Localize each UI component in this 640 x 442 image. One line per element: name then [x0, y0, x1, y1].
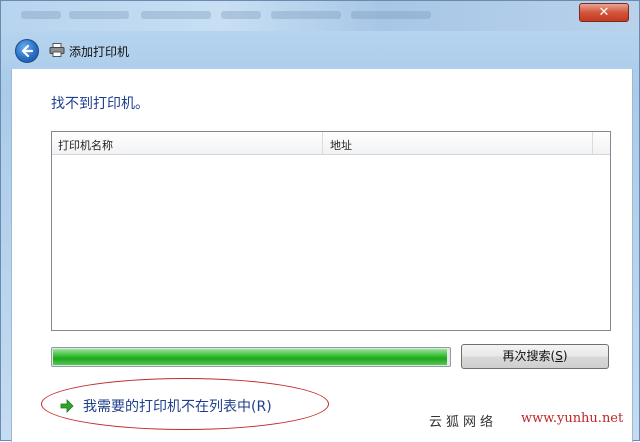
blurred-title-area: [21, 11, 461, 21]
green-arrow-icon: [60, 399, 74, 413]
search-button-accel: S: [555, 349, 563, 363]
column-header-printer-name[interactable]: 打印机名称: [58, 137, 113, 153]
printer-list[interactable]: 打印机名称 地址: [51, 131, 611, 331]
column-divider[interactable]: [592, 132, 593, 154]
page-title: 添加打印机: [69, 45, 130, 59]
close-button[interactable]: ✕: [579, 3, 629, 22]
column-header-address[interactable]: 地址: [330, 137, 352, 153]
add-printer-window: ✕ 添加打印机 找不到打印机。 打印机名称 地址 再次搜索(S) 我需要的打印机…: [0, 0, 640, 442]
printer-not-listed-link-text: 我需要的打印机不在列表中(R): [83, 399, 272, 415]
search-again-button[interactable]: 再次搜索(S): [461, 344, 609, 369]
title-bar[interactable]: ✕: [1, 1, 639, 31]
list-header: 打印机名称 地址: [52, 132, 610, 155]
search-progress-bar: [51, 347, 451, 367]
column-divider[interactable]: [322, 132, 323, 154]
status-heading: 找不到打印机。: [51, 96, 149, 112]
watermark-url: www.yunhu.net: [521, 411, 624, 426]
search-button-label: 再次搜索(: [502, 349, 556, 363]
progress-fill: [53, 349, 447, 365]
search-button-suffix: ): [562, 349, 568, 363]
printer-icon: [49, 43, 65, 57]
printer-not-listed-link[interactable]: 我需要的打印机不在列表中(R): [59, 395, 272, 417]
watermark-site-name: 云狐网络: [429, 415, 498, 430]
back-button[interactable]: [15, 39, 39, 63]
back-arrow-icon: [21, 44, 34, 58]
